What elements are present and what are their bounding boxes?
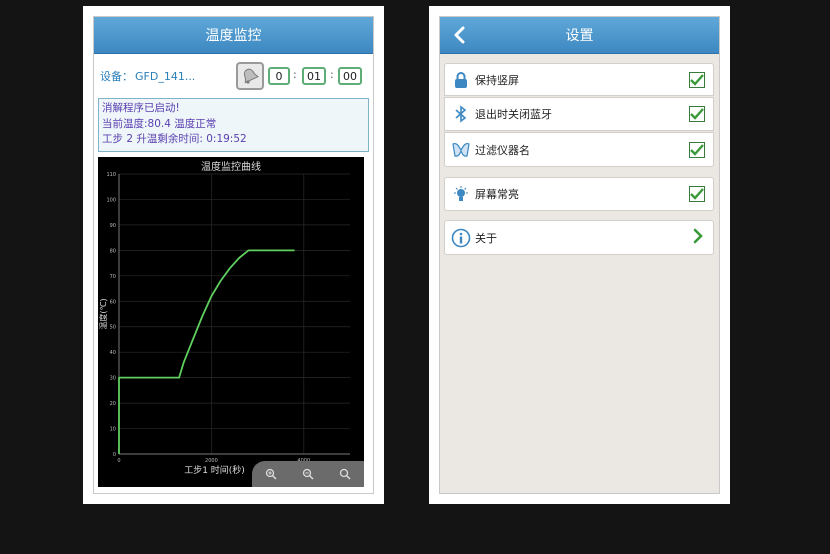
zoom-reset-icon[interactable] [339,468,351,480]
check-icon [690,188,704,200]
y-tick-label: 50 [110,325,116,331]
filter-icon [452,142,470,157]
status-line: 消解程序已启动! [102,102,180,114]
x-tick-label: 2000 [205,458,218,464]
setting-screen-on[interactable]: 屏幕常亮 [444,177,714,211]
zoom-in-icon[interactable] [265,468,277,480]
chevron-right-icon [693,228,703,243]
minutes-field[interactable]: 01 [302,67,326,85]
settings-title: 设置 [565,28,594,44]
status-panel: 消解程序已启动! 当前温度:80.4 温度正常 工步 2 升温剩余时间: 0:1… [98,98,369,152]
keep-portrait-checkbox[interactable] [689,71,705,88]
setting-label: 屏幕常亮 [475,188,519,201]
y-tick-label: 10 [110,427,116,433]
status-line: 当前温度:80.4 温度正常 [102,117,217,130]
chevron-left-icon [454,26,465,44]
setting-label: 过滤仪器名 [475,143,530,157]
y-tick-label: 80 [110,248,116,254]
screen-on-checkbox[interactable] [689,186,705,202]
y-tick-label: 20 [110,401,116,407]
y-tick-label: 60 [110,299,116,305]
time-separator: : [293,68,297,81]
device-name[interactable]: GFD_141... [135,70,195,83]
y-tick-label: 30 [110,376,116,382]
y-tick-label: 70 [110,274,116,280]
back-button[interactable] [446,21,474,49]
chart-plot: 0102030405060708090100110020004000工步1 时间… [98,172,350,476]
y-tick-label: 90 [110,223,116,229]
info-icon [451,228,471,247]
setting-close-bluetooth[interactable]: 退出时关闭蓝牙 [444,97,714,131]
check-icon [690,108,704,120]
monitor-title-bar: 温度监控 [94,17,373,54]
setting-label: 关于 [475,231,497,245]
lock-icon [455,71,467,88]
bell-icon [243,68,259,84]
settings-screen: 设置 保持竖屏 退出时关闭蓝牙 过滤仪器名 屏幕常亮 关于 [439,16,720,494]
hours-field[interactable]: 0 [268,67,290,85]
setting-about[interactable]: 关于 [444,220,714,255]
settings-screenshot-frame: 设置 保持竖屏 退出时关闭蓝牙 过滤仪器名 屏幕常亮 关于 [429,6,730,504]
filter-names-checkbox[interactable] [689,141,705,158]
device-label: 设备： [100,70,133,83]
bluetooth-icon [455,105,467,123]
x-axis-label: 工步1 时间(秒) [184,464,245,476]
status-line: 工步 2 升温剩余时间: 0:19:52 [102,133,247,145]
monitor-screen: 温度监控 设备： GFD_141... 0 : 01 : 00 消解程序已启动!… [93,16,374,494]
seconds-field[interactable]: 00 [338,67,362,85]
monitor-screenshot-frame: 温度监控 设备： GFD_141... 0 : 01 : 00 消解程序已启动!… [83,6,384,504]
time-separator: : [330,68,334,81]
close-bluetooth-checkbox[interactable] [689,106,705,122]
setting-keep-portrait[interactable]: 保持竖屏 [444,63,714,96]
x-tick-label: 0 [117,458,120,464]
alarm-bell-button[interactable] [236,62,264,90]
settings-title-bar: 设置 [440,17,719,54]
check-icon [690,73,704,86]
y-axis-label: 温度(℃) [98,298,108,329]
monitor-title: 温度监控 [205,28,262,44]
y-tick-label: 100 [106,197,116,203]
zoom-out-icon[interactable] [302,468,314,480]
setting-label: 保持竖屏 [475,73,519,87]
check-icon [690,143,704,156]
y-tick-label: 0 [113,452,116,458]
device-row: 设备： GFD_141... 0 : 01 : 00 [94,54,373,98]
setting-label: 退出时关闭蓝牙 [475,108,552,121]
temperature-chart[interactable]: 温度监控曲线 010203040506070809010011002000400… [98,157,364,487]
y-tick-label: 40 [110,350,116,356]
bulb-icon [454,186,468,201]
y-tick-label: 110 [106,172,116,178]
setting-filter-names[interactable]: 过滤仪器名 [444,132,714,167]
zoom-controls [252,461,364,487]
